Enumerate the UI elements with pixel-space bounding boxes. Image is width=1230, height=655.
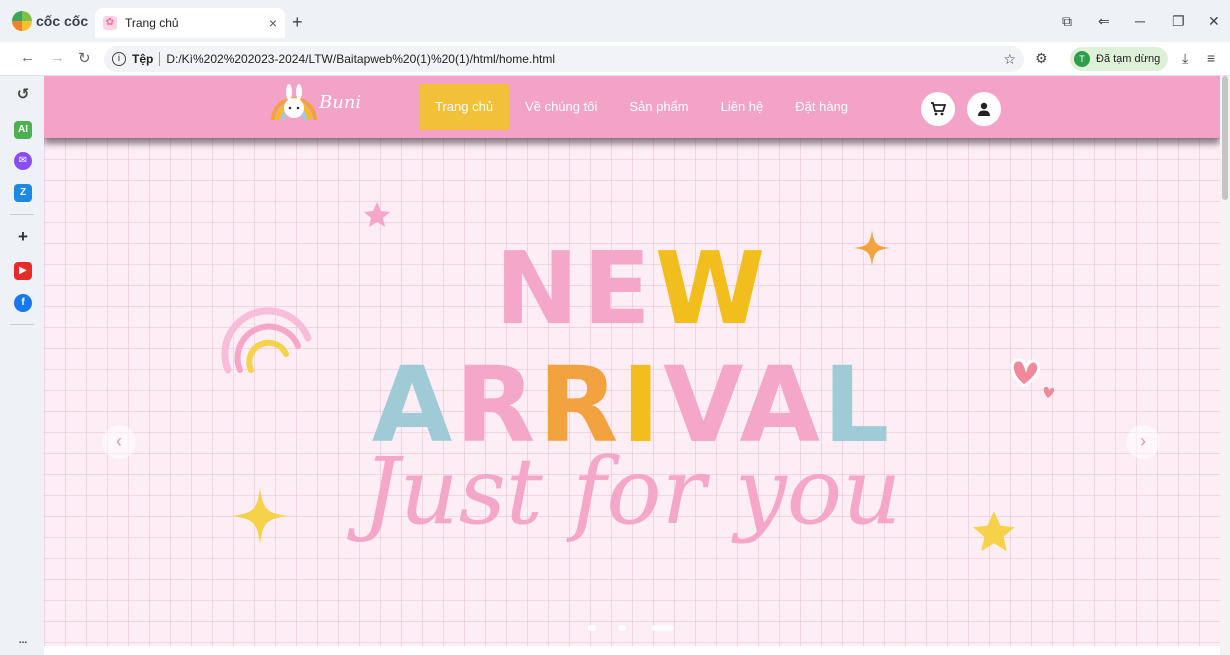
download-icon[interactable]: ⤓	[1182, 50, 1188, 67]
profile-button[interactable]: T Đã tạm dừng	[1070, 47, 1169, 71]
nav-order[interactable]: Đặt hàng	[779, 84, 864, 130]
youtube-icon[interactable]: ▶	[14, 262, 32, 280]
nav-home[interactable]: Trang chủ	[419, 84, 510, 130]
carousel-indicator[interactable]	[618, 625, 626, 631]
carousel-prev-button[interactable]: ‹	[102, 425, 136, 459]
forward-arrow-icon[interactable]: →	[50, 49, 65, 66]
bookmark-star-icon[interactable]: ☆	[1003, 51, 1016, 68]
sidebar-toggle-icon[interactable]: ⇐	[1098, 13, 1110, 30]
bunny-favicon-icon: ✿	[103, 16, 117, 30]
more-icon[interactable]: ...	[14, 632, 32, 650]
extensions-puzzle-icon[interactable]: ⚙	[1035, 50, 1048, 67]
main-nav: Trang chủ Về chúng tôi Sản phẩm Liên hệ …	[419, 84, 864, 130]
headline-new-letter: N	[494, 230, 583, 347]
headline-just-for-you: Just for you	[362, 438, 902, 545]
logo-text: Buni	[319, 92, 362, 113]
nav-contact[interactable]: Liên hệ	[705, 84, 780, 130]
browser-sidebar: ↺ AI ✉ Z + ▶ f ...	[0, 76, 44, 655]
minimize-icon[interactable]: ─	[1135, 13, 1145, 29]
browser-toolbar: ← → ↻ i Tệp D:/Kì%202%202023-2024/LTW/Ba…	[0, 42, 1230, 76]
profile-status: Đã tạm dừng	[1096, 53, 1161, 65]
address-scheme-label: Tệp	[132, 52, 154, 66]
tab-close-icon[interactable]: ×	[269, 15, 277, 31]
cart-button[interactable]	[921, 92, 955, 126]
nav-products[interactable]: Sản phẩm	[613, 84, 704, 130]
restore-icon[interactable]: ❐	[1172, 13, 1185, 30]
sidebar-divider	[10, 214, 34, 215]
headline-new-letter: W	[654, 230, 770, 347]
pink-star-icon	[364, 202, 390, 227]
headline-new: NEW	[44, 230, 1220, 347]
site-header: Buni Trang chủ Về chúng tôi Sản phẩm Liê…	[44, 76, 1220, 138]
facebook-icon[interactable]: f	[14, 294, 32, 312]
browser-brand-name: cốc cốc	[36, 13, 89, 29]
page-scrollbar[interactable]	[1220, 76, 1230, 655]
address-bar[interactable]: i Tệp D:/Kì%202%202023-2024/LTW/Baitapwe…	[104, 46, 1024, 72]
zalo-icon[interactable]: Z	[14, 184, 32, 202]
headline-new-letter: E	[582, 230, 655, 347]
carousel-next-button[interactable]: ›	[1126, 425, 1160, 459]
history-icon[interactable]: ↺	[14, 86, 32, 104]
bunny-rainbow-icon	[271, 84, 317, 121]
account-button[interactable]	[967, 92, 1001, 126]
scrollbar-thumb[interactable]	[1222, 76, 1228, 200]
address-url[interactable]: D:/Kì%202%202023-2024/LTW/Baitapweb%20(1…	[166, 52, 555, 66]
page-bottom-strip	[44, 646, 1220, 655]
info-icon[interactable]: i	[112, 52, 126, 66]
profile-avatar: T	[1074, 51, 1090, 67]
sidebar-divider	[10, 324, 34, 325]
browser-tabbar: cốc cốc ✿ Trang chủ × + ⧉ ⇐ ─ ❐ ✕	[0, 0, 1230, 42]
browser-brand[interactable]: cốc cốc	[12, 11, 88, 31]
browser-tab-active[interactable]: ✿ Trang chủ ×	[95, 8, 285, 38]
ai-assistant-icon[interactable]: AI	[14, 121, 32, 139]
hero-banner: NEW ARRIVAL Just for you ‹ ›	[44, 138, 1220, 646]
site-logo[interactable]: Buni	[269, 84, 379, 124]
coccoc-logo-icon	[12, 11, 32, 31]
carousel-indicator[interactable]	[588, 625, 596, 631]
tab-title: Trang chủ	[125, 16, 179, 30]
messenger-icon[interactable]: ✉	[14, 152, 32, 170]
menu-icon[interactable]: ≡	[1207, 50, 1215, 66]
cart-icon	[931, 102, 946, 116]
carousel-indicator-active[interactable]	[652, 625, 674, 631]
reload-icon[interactable]: ↻	[78, 49, 91, 67]
address-separator	[159, 52, 161, 66]
nav-about[interactable]: Về chúng tôi	[509, 84, 613, 130]
back-arrow-icon[interactable]: ←	[20, 49, 35, 66]
close-window-icon[interactable]: ✕	[1208, 13, 1220, 30]
new-tab-button[interactable]: +	[292, 12, 303, 33]
add-app-icon[interactable]: +	[14, 228, 32, 246]
user-icon	[978, 102, 990, 116]
web-page: Buni Trang chủ Về chúng tôi Sản phẩm Liê…	[44, 76, 1220, 655]
search-tabs-icon[interactable]: ⧉	[1062, 13, 1072, 30]
